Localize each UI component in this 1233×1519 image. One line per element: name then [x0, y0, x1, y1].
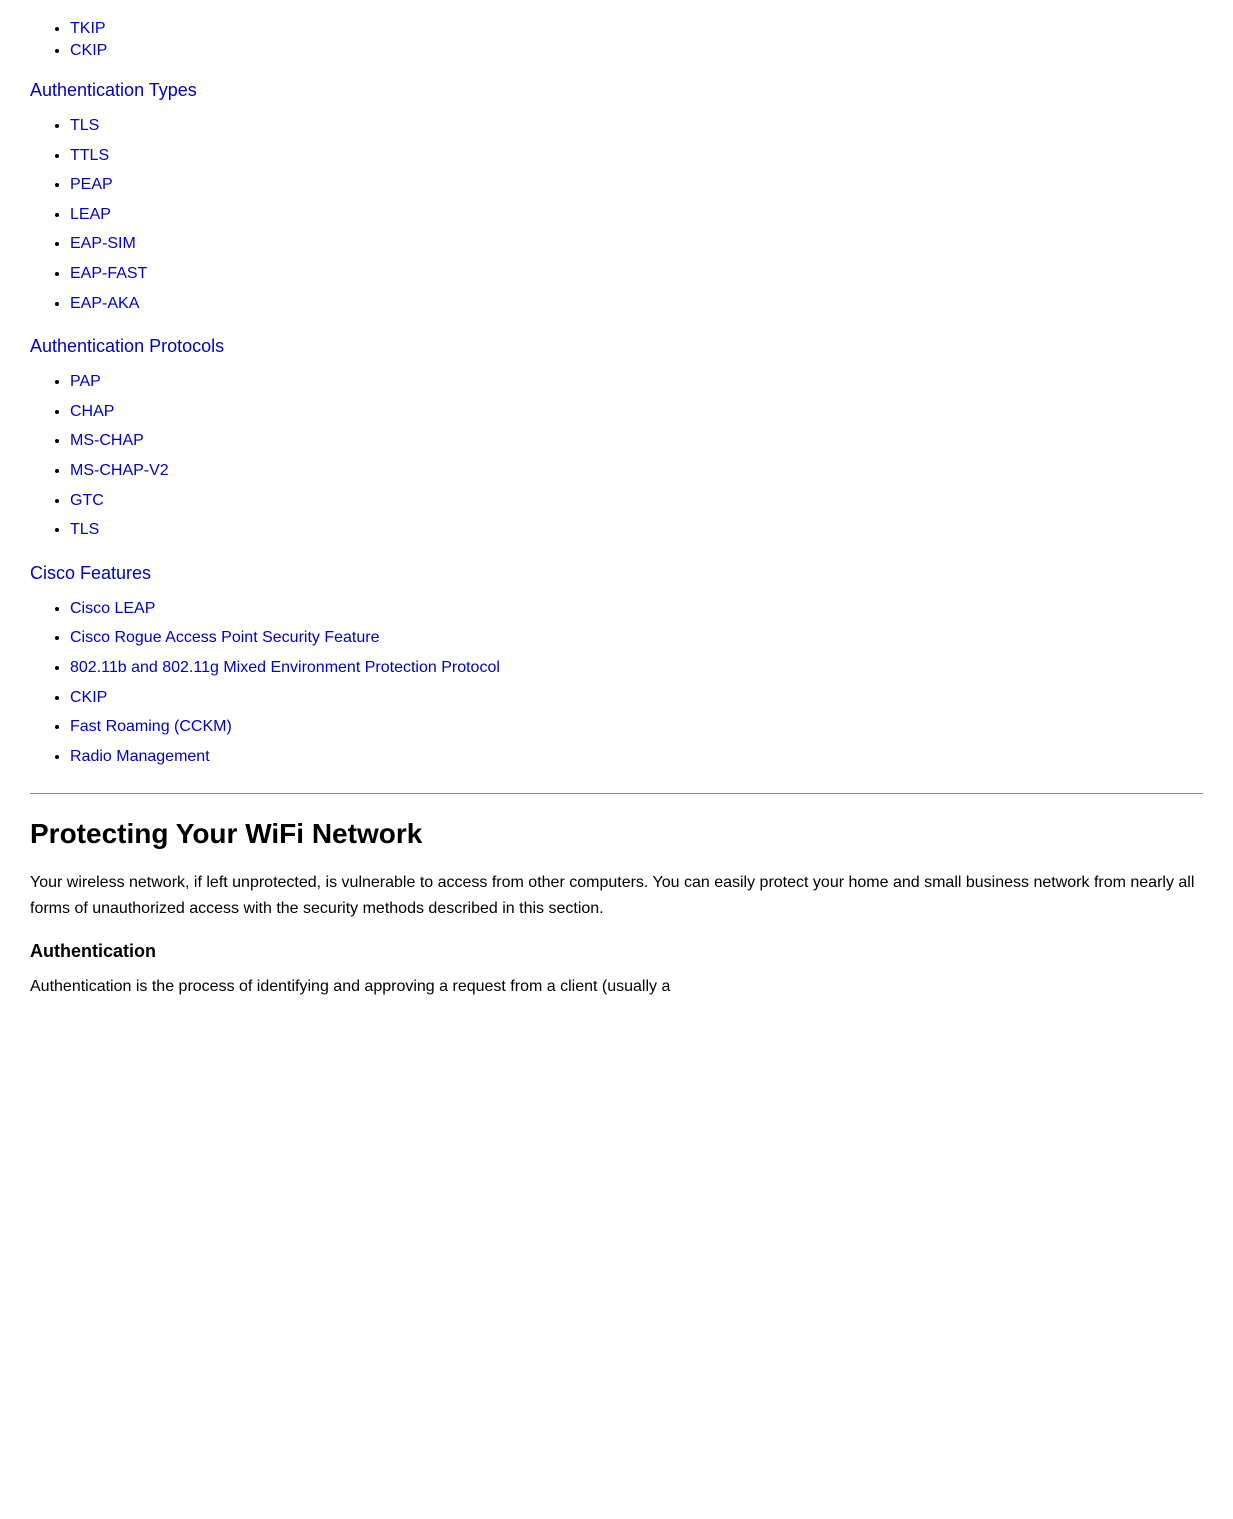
list-item-eap-aka: EAP-AKA [70, 291, 1203, 317]
list-item-tls: TLS [70, 113, 1203, 139]
tls-link[interactable]: TLS [70, 117, 99, 134]
authentication-types-section: Authentication Types TLS TTLS PEAP LEAP … [30, 76, 1203, 316]
main-content: Protecting Your WiFi Network Your wirele… [30, 818, 1203, 1000]
ckip-top-link[interactable]: CKIP [70, 42, 107, 59]
list-item-eap-fast: EAP-FAST [70, 261, 1203, 287]
list-item-chap: CHAP [70, 399, 1203, 425]
ttls-link[interactable]: TTLS [70, 147, 109, 164]
list-item-ms-chap: MS-CHAP [70, 428, 1203, 454]
cisco-features-section: Cisco Features Cisco LEAP Cisco Rogue Ac… [30, 559, 1203, 770]
cisco-leap-link[interactable]: Cisco LEAP [70, 600, 155, 617]
authentication-protocols-heading[interactable]: Authentication Protocols [30, 336, 224, 357]
list-item-leap: LEAP [70, 202, 1203, 228]
cisco-features-heading[interactable]: Cisco Features [30, 563, 151, 584]
list-item-tls-proto: TLS [70, 517, 1203, 543]
eap-aka-link[interactable]: EAP-AKA [70, 295, 139, 312]
list-item-cisco-rogue: Cisco Rogue Access Point Security Featur… [70, 625, 1203, 651]
chap-link[interactable]: CHAP [70, 403, 114, 420]
pap-link[interactable]: PAP [70, 373, 101, 390]
list-item-gtc: GTC [70, 488, 1203, 514]
list-item-ms-chap-v2: MS-CHAP-V2 [70, 458, 1203, 484]
tkip-link[interactable]: TKIP [70, 20, 106, 37]
list-item-cisco-leap: Cisco LEAP [70, 596, 1203, 622]
leap-link[interactable]: LEAP [70, 206, 111, 223]
main-title: Protecting Your WiFi Network [30, 818, 1203, 850]
list-item-80211b-protocol: 802.11b and 802.11g Mixed Environment Pr… [70, 655, 1203, 681]
authentication-sub-heading: Authentication [30, 941, 1203, 962]
list-item-eap-sim: EAP-SIM [70, 231, 1203, 257]
list-item-ckip-cisco: CKIP [70, 685, 1203, 711]
eap-sim-link[interactable]: EAP-SIM [70, 235, 136, 252]
ms-chap-link[interactable]: MS-CHAP [70, 432, 144, 449]
list-item-ttls: TTLS [70, 143, 1203, 169]
gtc-link[interactable]: GTC [70, 492, 104, 509]
intro-paragraph: Your wireless network, if left unprotect… [30, 870, 1203, 921]
list-item-tkip: TKIP [70, 20, 1203, 38]
divider [30, 793, 1203, 794]
list-item-peap: PEAP [70, 172, 1203, 198]
cisco-rogue-link[interactable]: Cisco Rogue Access Point Security Featur… [70, 629, 379, 646]
peap-link[interactable]: PEAP [70, 176, 113, 193]
top-list: TKIP CKIP [30, 20, 1203, 60]
list-item-radio-mgmt: Radio Management [70, 744, 1203, 770]
80211b-protocol-link[interactable]: 802.11b and 802.11g Mixed Environment Pr… [70, 659, 500, 676]
fast-roaming-link[interactable]: Fast Roaming (CCKM) [70, 718, 232, 735]
authentication-types-heading[interactable]: Authentication Types [30, 80, 197, 101]
authentication-sub-paragraph: Authentication is the process of identif… [30, 974, 1203, 1000]
list-item-pap: PAP [70, 369, 1203, 395]
ms-chap-v2-link[interactable]: MS-CHAP-V2 [70, 462, 169, 479]
ckip-cisco-link[interactable]: CKIP [70, 689, 107, 706]
radio-mgmt-link[interactable]: Radio Management [70, 748, 210, 765]
tls-proto-link[interactable]: TLS [70, 521, 99, 538]
eap-fast-link[interactable]: EAP-FAST [70, 265, 147, 282]
list-item-fast-roaming: Fast Roaming (CCKM) [70, 714, 1203, 740]
authentication-protocols-section: Authentication Protocols PAP CHAP MS-CHA… [30, 332, 1203, 543]
list-item-ckip-top: CKIP [70, 42, 1203, 60]
